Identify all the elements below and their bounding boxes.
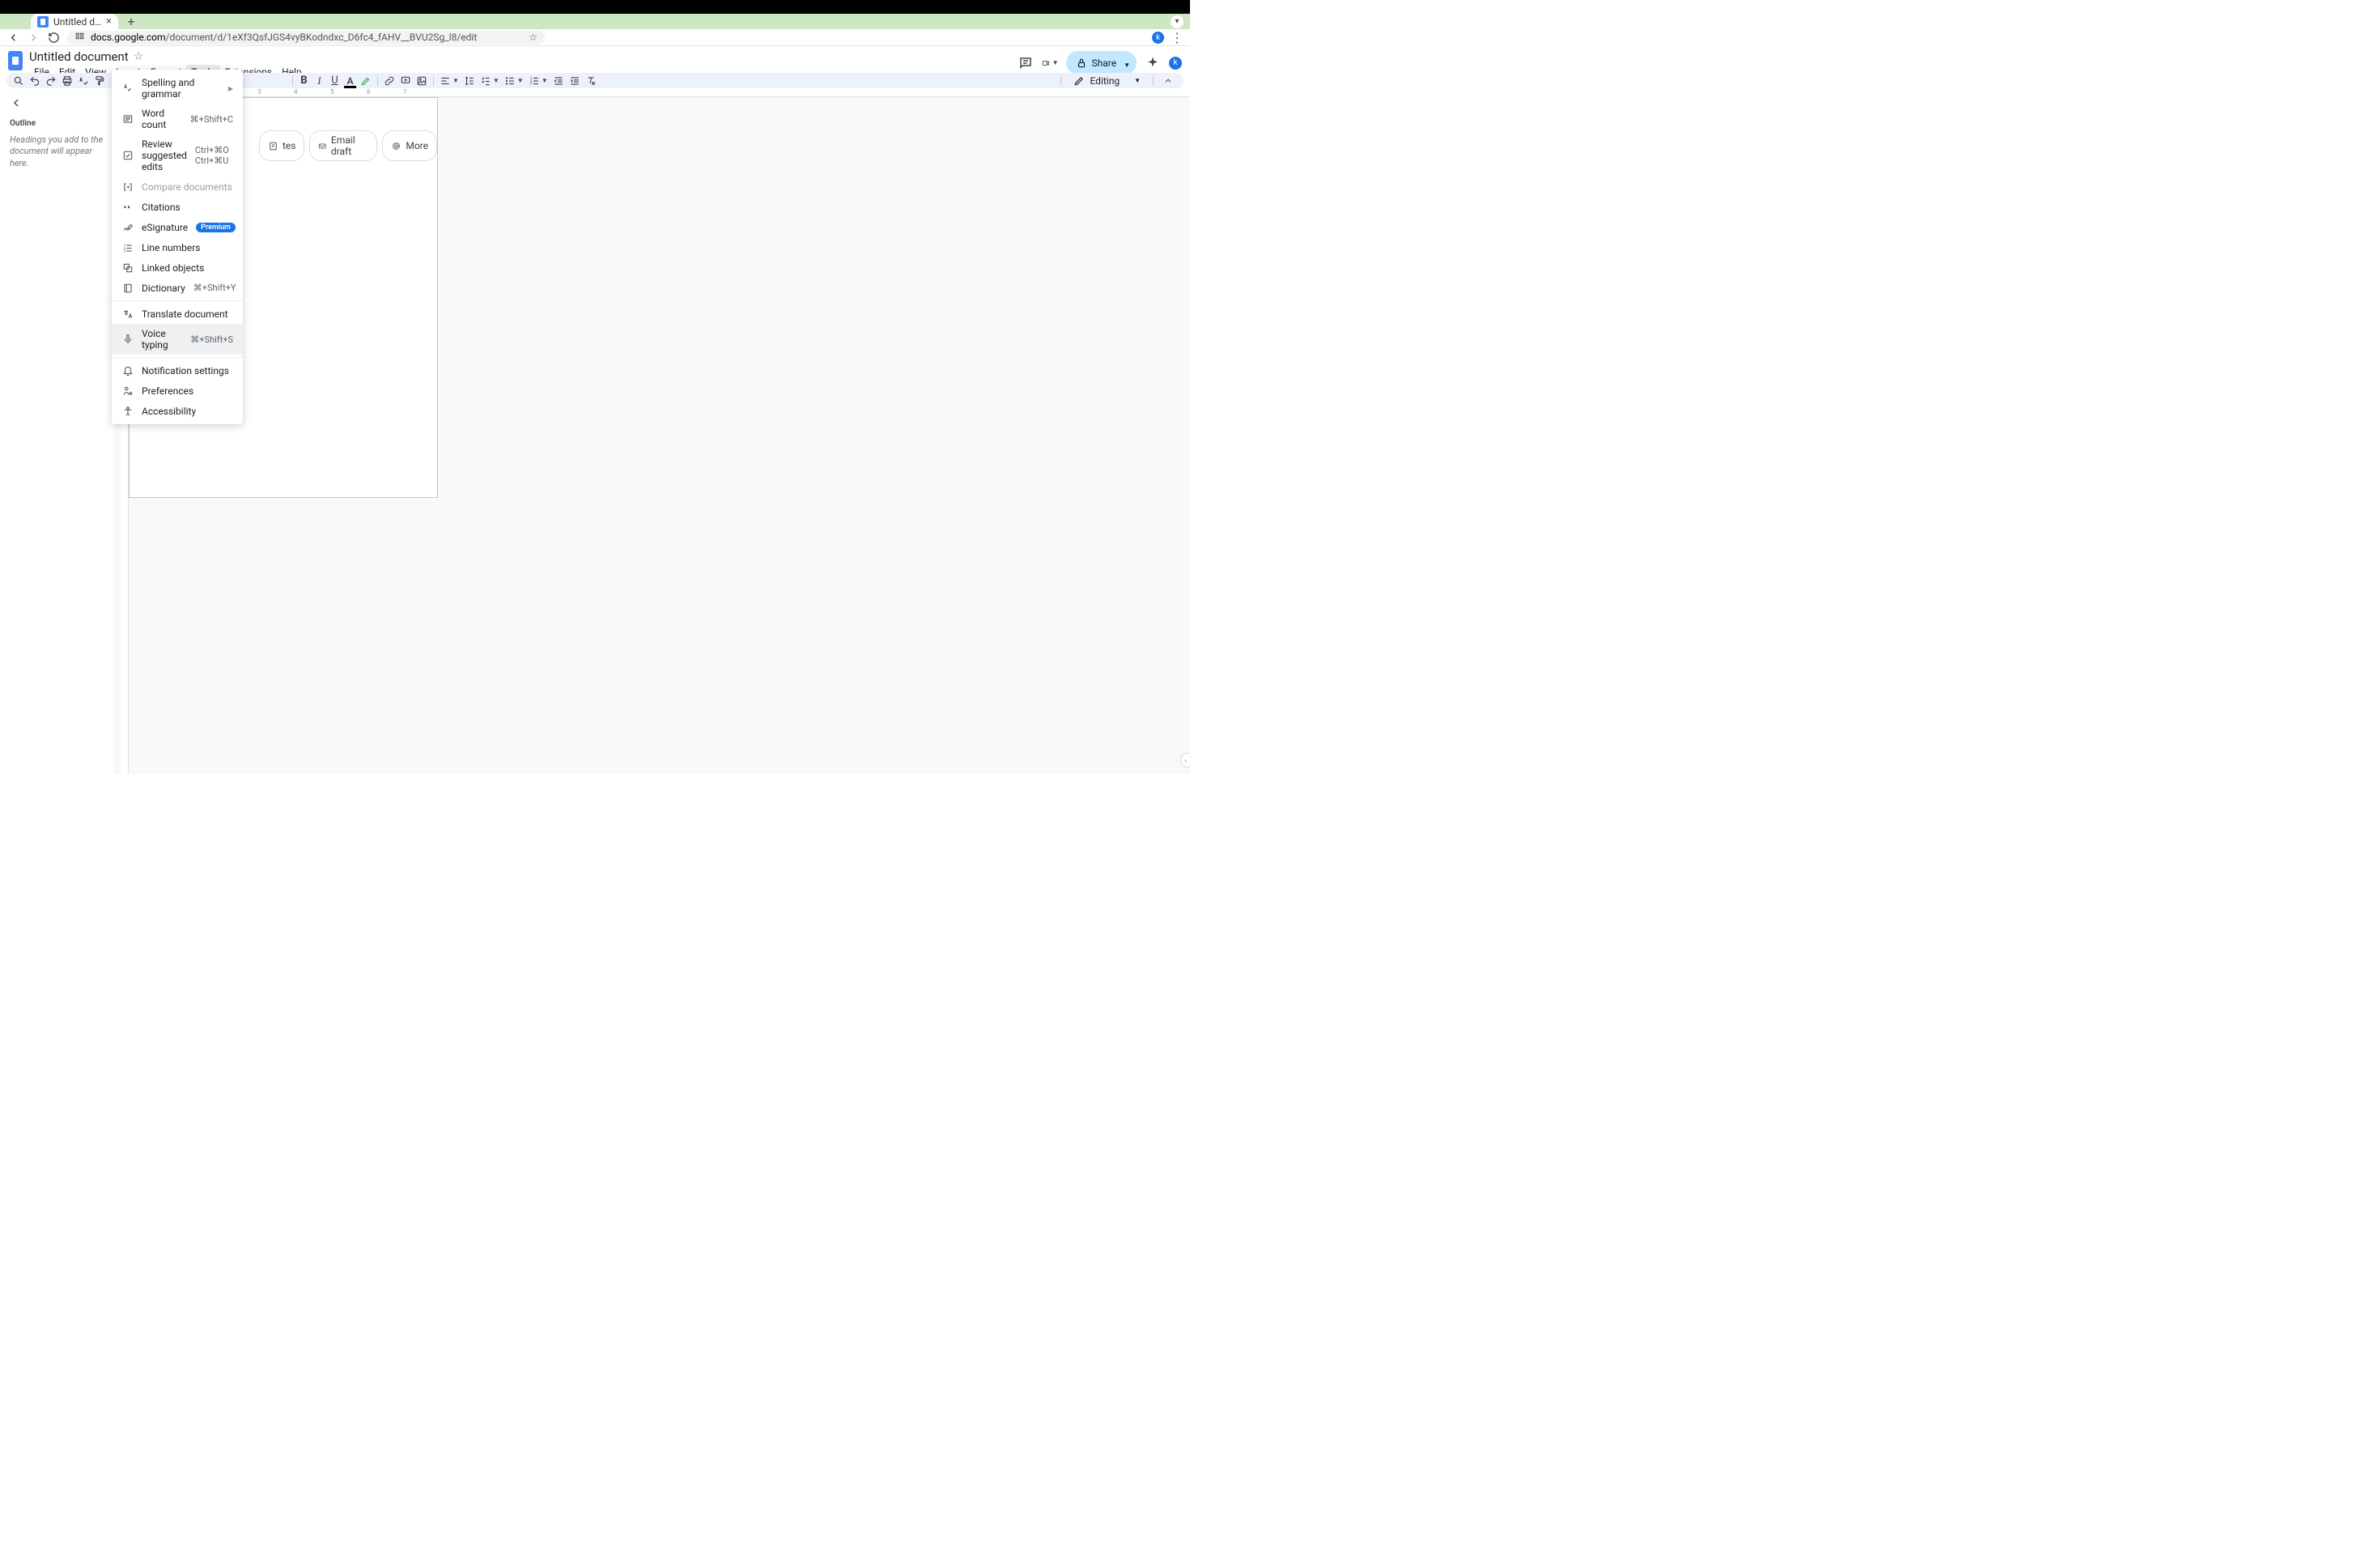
tools-notification-settings[interactable]: Notification settings [112, 360, 243, 381]
side-panel-toggle[interactable]: ‹ [1180, 753, 1190, 768]
bulleted-list-button[interactable]: ▼ [503, 74, 525, 87]
browser-toolbar: docs.google.com/document/d/1eXf3QsfJGS4v… [0, 29, 1190, 46]
checklist-button[interactable]: ▼ [478, 74, 501, 87]
address-bar[interactable]: docs.google.com/document/d/1eXf3QsfJGS4v… [67, 31, 545, 45]
paint-format-icon[interactable] [92, 74, 107, 87]
svg-text:3: 3 [123, 249, 125, 253]
toolbar-separator [292, 76, 293, 86]
canvas-area: 123456 tesEmail draftMore [113, 97, 1190, 774]
ruler-mark: 7 [403, 88, 407, 96]
collapse-toolbar-icon[interactable] [1161, 74, 1175, 87]
toolbar-separator [433, 76, 434, 86]
share-button[interactable]: Share [1066, 51, 1124, 74]
outline-title: Outline [10, 119, 104, 128]
document-title[interactable]: Untitled document [29, 49, 129, 64]
insert-link-icon[interactable] [382, 74, 397, 87]
decrease-indent-icon[interactable] [551, 74, 566, 87]
text-color-button[interactable]: A [343, 74, 357, 87]
highlight-button[interactable] [359, 74, 373, 87]
tools-esignature[interactable]: eSignaturePremium [112, 217, 243, 237]
tools-review-suggested-edits[interactable]: Review suggested editsCtrl+⌘O Ctrl+⌘U [112, 134, 243, 176]
tools-word-count[interactable]: Word count⌘+Shift+C [112, 104, 243, 134]
search-menus-icon[interactable] [11, 74, 26, 87]
tools-voice-typing[interactable]: Voice typing⌘+Shift+S [112, 324, 243, 355]
tools-translate-document[interactable]: Translate document [112, 304, 243, 324]
outline-close-icon[interactable] [10, 96, 104, 113]
horizontal-ruler[interactable]: 3 4 5 6 7 [113, 90, 1190, 97]
browser-menu-button[interactable]: ⋮ [1171, 30, 1184, 45]
tools-accessibility[interactable]: Accessibility [112, 401, 243, 421]
smart-chips-row: tesEmail draftMore [259, 130, 437, 161]
tools-linked-objects[interactable]: Linked objects [112, 257, 243, 278]
share-dropdown-button[interactable]: ▼ [1117, 51, 1137, 74]
tools-line-numbers[interactable]: 123Line numbers [112, 237, 243, 257]
site-settings-icon[interactable] [74, 31, 85, 44]
undo-icon[interactable] [28, 74, 42, 87]
browser-tabstrip: Untitled document - Google D × + ▾ [0, 14, 1190, 29]
tab-close-icon[interactable]: × [106, 15, 112, 28]
star-document-icon[interactable]: ☆ [134, 50, 144, 63]
docs-header: Untitled document ☆ FileEditViewInsertFo… [0, 46, 1190, 71]
bold-button[interactable]: B [297, 74, 311, 87]
numbered-list-button[interactable]: 123▼ [527, 74, 550, 87]
svg-text:3: 3 [529, 81, 532, 85]
editing-mode-button[interactable]: Editing ▼ [1069, 73, 1145, 89]
tab-title: Untitled document - Google D [53, 16, 101, 28]
tools-menu-dropdown: Spelling and grammar▶Word count⌘+Shift+C… [112, 70, 243, 424]
outline-panel: Outline Headings you add to the document… [0, 90, 113, 774]
increase-indent-icon[interactable] [567, 74, 582, 87]
tools-compare-documents: Compare documents [112, 176, 243, 197]
account-avatar[interactable]: k [1169, 57, 1182, 70]
chip-more[interactable]: More [382, 130, 437, 161]
comments-icon[interactable] [1018, 55, 1034, 71]
nav-back-button[interactable] [6, 31, 20, 45]
tools-preferences[interactable]: Preferences [112, 381, 243, 401]
browser-profile-avatar[interactable]: k [1152, 32, 1164, 44]
toolbar-separator [1153, 76, 1154, 86]
docs-logo-icon[interactable] [8, 51, 23, 70]
clear-formatting-icon[interactable] [584, 74, 598, 87]
url-text: docs.google.com/document/d/1eXf3QsfJGS4v… [91, 32, 477, 43]
toolbar-separator [1060, 76, 1061, 86]
window-letterbox [0, 0, 1190, 14]
docs-favicon-icon [37, 16, 49, 28]
tabbar-dropdown-icon[interactable]: ▾ [1171, 15, 1184, 28]
spellcheck-icon[interactable] [76, 74, 91, 87]
menu-separator [112, 357, 243, 358]
editing-mode-label: Editing [1090, 75, 1120, 87]
browser-tab-active[interactable]: Untitled document - Google D × [31, 14, 118, 29]
nav-reload-button[interactable] [47, 31, 61, 45]
redo-icon[interactable] [44, 74, 58, 87]
share-label: Share [1091, 57, 1116, 69]
tools-dictionary[interactable]: Dictionary⌘+Shift+Y [112, 278, 243, 298]
align-button[interactable]: ▼ [438, 74, 461, 87]
nav-forward-button[interactable] [27, 31, 40, 45]
tools-spelling-and-grammar[interactable]: Spelling and grammar▶ [112, 73, 243, 104]
tools-citations[interactable]: Citations [112, 197, 243, 217]
menu-separator [112, 300, 243, 301]
chip-tes[interactable]: tes [259, 130, 304, 161]
gemini-icon[interactable] [1145, 55, 1161, 71]
toolbar-separator [377, 76, 378, 86]
bookmark-star-icon[interactable]: ☆ [529, 32, 538, 43]
ruler-mark: 6 [367, 88, 371, 96]
ruler-mark: 4 [294, 88, 298, 96]
line-spacing-icon[interactable] [462, 74, 477, 87]
chip-email-draft[interactable]: Email draft [309, 130, 377, 161]
insert-image-icon[interactable] [414, 74, 429, 87]
print-icon[interactable] [60, 74, 74, 87]
outline-hint: Headings you add to the document will ap… [10, 134, 104, 169]
meet-button[interactable]: ▼ [1042, 55, 1058, 71]
underline-button[interactable]: U [328, 74, 342, 87]
insert-comment-icon[interactable] [398, 74, 413, 87]
new-tab-button[interactable]: + [123, 14, 139, 30]
italic-button[interactable]: I [312, 74, 326, 87]
ruler-mark: 3 [257, 88, 261, 96]
ruler-mark: 5 [330, 88, 334, 96]
